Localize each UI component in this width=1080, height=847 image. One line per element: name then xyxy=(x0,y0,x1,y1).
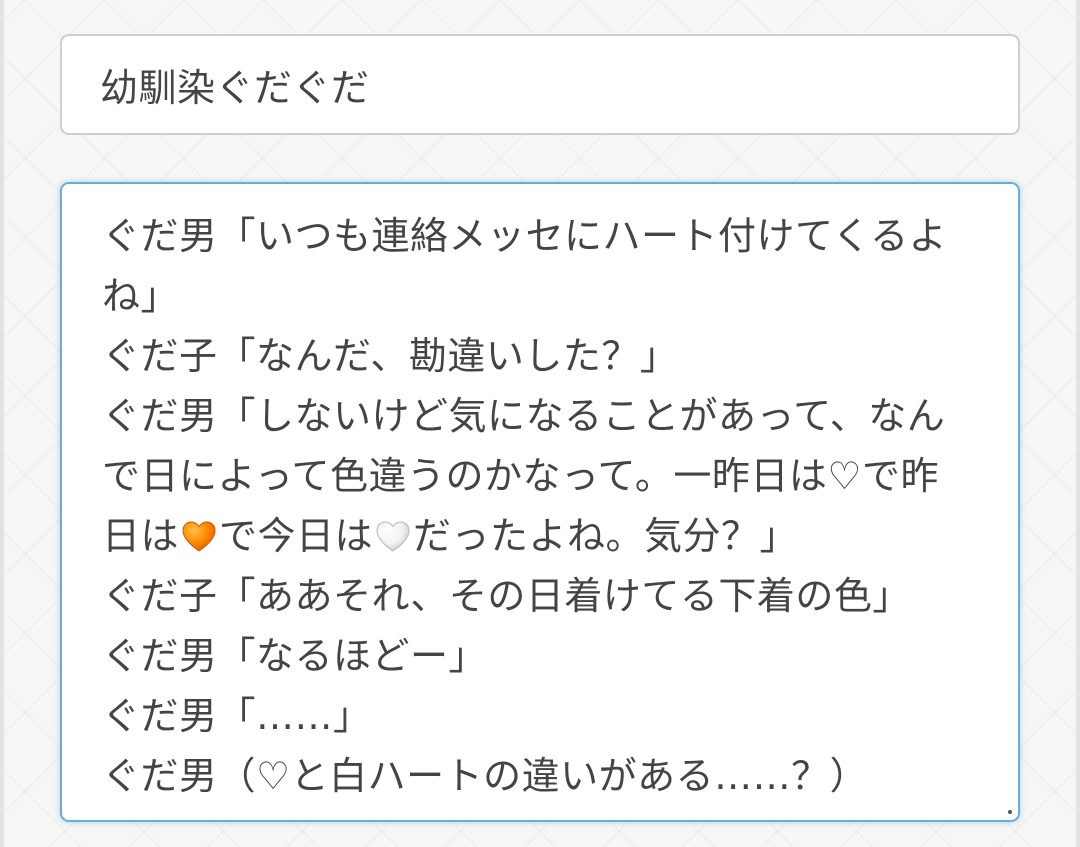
body-line-text: で日によって色違うのかなって。一昨日は♡で昨 xyxy=(102,454,939,498)
body-text: ぐだ男「いつも連絡メッセにハート付けてくるよ ね」 ぐだ子「なんだ、勘違いした？」ぐ… xyxy=(102,206,978,806)
body-textarea[interactable]: ぐだ男「いつも連絡メッセにハート付けてくるよ ね」 ぐだ子「なんだ、勘違いした？」ぐ… xyxy=(60,182,1020,822)
body-line-text: で今日は xyxy=(219,514,374,558)
left-edge xyxy=(0,0,4,847)
body-line-text: ぐだ男「しないけど気になることがあって、なん xyxy=(102,394,946,438)
body-line: ぐだ男「……」 xyxy=(102,686,978,746)
body-line: ぐだ男「いつも連絡メッセにハート付けてくるよ xyxy=(102,206,978,266)
resize-grip-icon[interactable] xyxy=(1006,808,1014,816)
body-line-text: ぐだ子「なんだ、勘違いした？」 xyxy=(102,334,679,378)
body-line-text: ぐだ男（♡と白ハートの違いがある……？） xyxy=(102,754,869,798)
body-line-text: 日は xyxy=(102,514,180,558)
body-line-text: ぐだ子「ああそれ、その日着けてる下着の色」 xyxy=(102,574,911,618)
body-line: ぐだ男「なるほどー」 xyxy=(102,626,978,686)
body-line: ぐだ男（♡と白ハートの違いがある……？） xyxy=(102,746,978,806)
white-heart-icon xyxy=(376,521,410,552)
body-line: ね」 xyxy=(102,266,978,326)
body-line-text: だったよね。気分？」 xyxy=(413,514,799,558)
title-input-value: 幼馴染ぐだぐだ xyxy=(100,66,370,110)
body-line-text: ぐだ男「いつも連絡メッセにハート付けてくるよ xyxy=(102,214,948,258)
right-edge xyxy=(1076,0,1080,847)
body-line-text: ぐだ男「なるほどー」 xyxy=(102,634,488,678)
body-line-text: ぐだ男「……」 xyxy=(102,694,372,738)
body-line: ぐだ子「ああそれ、その日着けてる下着の色」 xyxy=(102,566,978,626)
body-line: ぐだ子「なんだ、勘違いした？」 xyxy=(102,326,978,386)
title-input[interactable]: 幼馴染ぐだぐだ xyxy=(60,34,1020,135)
body-line-text: ね」 xyxy=(102,274,180,318)
body-line: 日は で今日は だったよね。気分？」 xyxy=(102,506,978,566)
body-line: ぐだ男「しないけど気になることがあって、なん xyxy=(102,386,978,446)
orange-heart-icon xyxy=(182,521,216,552)
body-line: で日によって色違うのかなって。一昨日は♡で昨 xyxy=(102,446,978,506)
